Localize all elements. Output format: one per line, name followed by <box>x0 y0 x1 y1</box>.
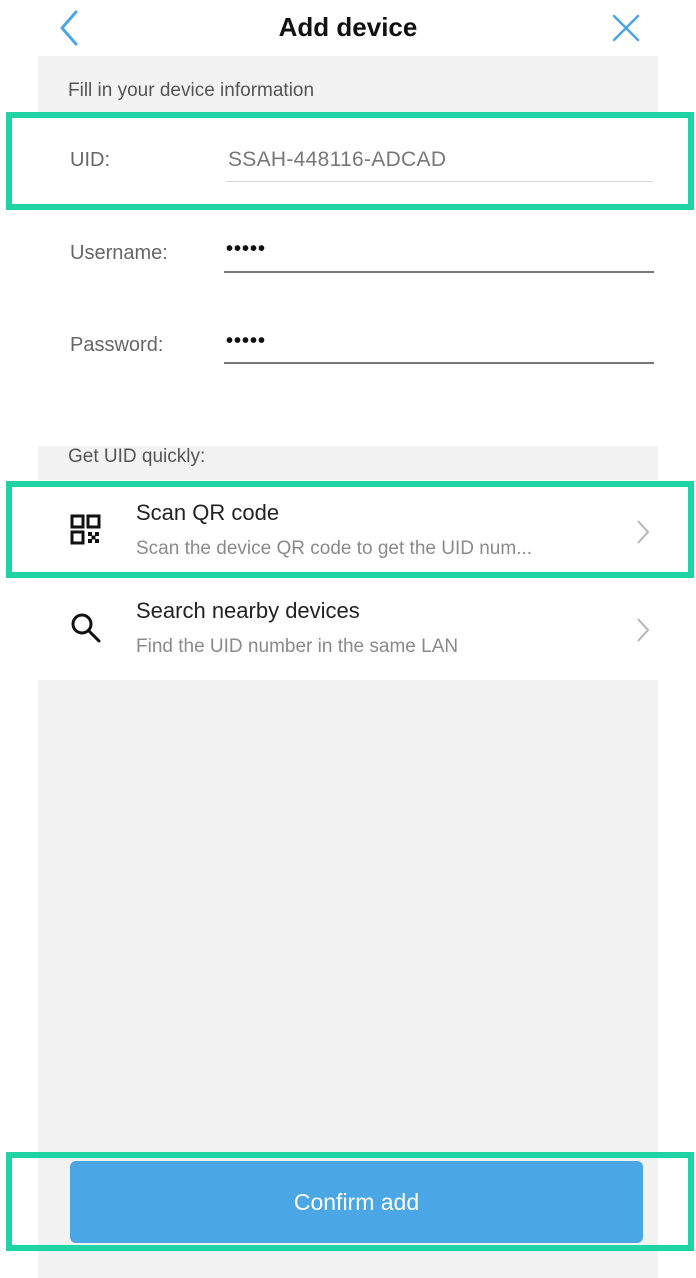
scan-qr-code-title: Scan QR code <box>136 500 280 525</box>
uid-label: UID: <box>70 149 110 171</box>
device-info-form: UID: SSAH-448116-ADCAD Username: ••••• P… <box>38 116 658 446</box>
close-button[interactable] <box>606 8 646 48</box>
uid-underline <box>226 181 653 182</box>
confirm-add-button[interactable]: Confirm add <box>70 1161 643 1243</box>
scan-qr-code-subtitle: Scan the device QR code to get the UID n… <box>136 538 533 559</box>
search-nearby-devices-title: Search nearby devices <box>136 598 360 623</box>
password-underline <box>224 362 654 364</box>
get-uid-options: Scan QR code Scan the device QR code to … <box>38 480 658 680</box>
uid-field[interactable]: SSAH-448116-ADCAD <box>228 148 446 172</box>
username-underline <box>224 271 654 273</box>
scan-qr-code-item[interactable]: Scan QR code Scan the device QR code to … <box>38 486 658 578</box>
password-label: Password: <box>70 334 164 356</box>
search-nearby-devices-item[interactable]: Search nearby devices Find the UID numbe… <box>38 584 658 676</box>
add-device-screen: Add device Fill in your device informati… <box>0 0 696 1278</box>
qr-code-icon <box>70 514 101 545</box>
username-label: Username: <box>70 242 168 264</box>
username-field[interactable]: ••••• <box>226 238 266 261</box>
chevron-right-icon <box>637 520 650 544</box>
get-uid-section-label: Get UID quickly: <box>68 446 206 467</box>
content-area: Fill in your device information UID: SSA… <box>38 56 658 1278</box>
search-icon <box>71 613 101 643</box>
search-nearby-devices-subtitle: Find the UID number in the same LAN <box>136 636 459 657</box>
close-icon <box>612 14 640 42</box>
password-field[interactable]: ••••• <box>226 330 266 353</box>
device-info-section-label: Fill in your device information <box>68 80 315 101</box>
header-bar: Add device <box>0 0 696 56</box>
chevron-right-icon <box>637 618 650 642</box>
page-title: Add device <box>278 12 418 42</box>
